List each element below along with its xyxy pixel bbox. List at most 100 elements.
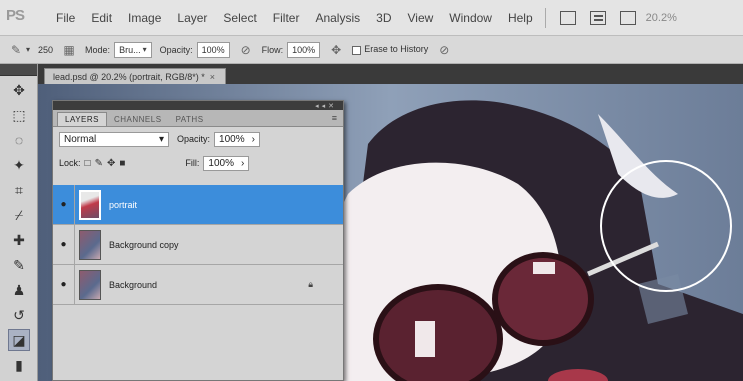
fill-field[interactable]: 100% ›	[203, 155, 250, 171]
fill-value: 100%	[208, 157, 234, 169]
opacity-label: Opacity:	[159, 44, 193, 55]
menu-image[interactable]: Image	[128, 11, 161, 25]
layer-name[interactable]: portrait	[109, 200, 343, 210]
brush-icon[interactable]: ✎	[8, 42, 24, 58]
launch-bridge-icon[interactable]	[559, 10, 576, 25]
healing-brush-icon[interactable]: ✚	[8, 229, 30, 251]
lasso-icon[interactable]: ◌	[8, 129, 30, 151]
close-icon[interactable]: ✕	[328, 102, 337, 110]
eyedropper-icon[interactable]: ⌿	[8, 204, 30, 226]
lock-position-icon[interactable]: ✥	[107, 158, 115, 169]
menu-help[interactable]: Help	[508, 11, 533, 25]
fill-label: Fill:	[185, 158, 200, 168]
pressure-opacity-icon[interactable]: ⊘	[238, 42, 254, 58]
photoshop-window: PS File Edit Image Layer Select Filter A…	[0, 0, 743, 381]
layer-row-background[interactable]: ● Background 🔒︎	[53, 264, 343, 305]
menu-file[interactable]: File	[56, 11, 75, 25]
menu-filter[interactable]: Filter	[273, 11, 300, 25]
document-tab[interactable]: lead.psd @ 20.2% (portrait, RGB/8*) * ×	[44, 68, 226, 84]
crop-icon[interactable]: ⌗	[8, 179, 30, 201]
erase-history-toggle[interactable]: Erase to History	[352, 44, 429, 55]
menu-bar: PS File Edit Image Layer Select Filter A…	[0, 0, 743, 36]
layer-thumbnail	[79, 189, 101, 220]
opacity-label: Opacity:	[177, 134, 211, 144]
menu-window[interactable]: Window	[449, 11, 492, 25]
eye-icon[interactable]: ●	[53, 264, 75, 305]
tools-panel: ✥ ⬚ ◌ ✦ ⌗ ⌿ ✚ ✎ ♟ ↺ ◪ ▮	[0, 64, 38, 381]
eye-icon[interactable]: ●	[53, 224, 75, 265]
lens-reflection-right	[533, 262, 555, 274]
mode-label: Mode:	[85, 44, 111, 55]
pressure-size-icon[interactable]: ⊘	[436, 42, 452, 58]
collapse-icon[interactable]: ◂◂	[315, 102, 328, 110]
erase-history-checkbox[interactable]	[352, 45, 362, 55]
lock-paint-icon[interactable]: ✎	[95, 158, 103, 169]
brush-tool-icon[interactable]: ✎	[8, 254, 30, 276]
panel-titlebar[interactable]: ◂◂ ✕	[53, 101, 343, 110]
move-icon[interactable]: ✥	[8, 79, 30, 101]
eye-icon[interactable]: ●	[53, 184, 75, 225]
menu-divider	[544, 7, 546, 28]
app-logo: PS	[6, 6, 25, 24]
menu-edit[interactable]: Edit	[91, 11, 112, 25]
panel-menu-icon[interactable]: ≡	[332, 113, 337, 123]
left-lens	[373, 284, 503, 381]
mini-bridge-icon[interactable]	[589, 10, 606, 25]
menu-select[interactable]: Select	[223, 11, 256, 25]
lock-label: Lock:	[59, 158, 81, 168]
flow-label: Flow:	[261, 44, 284, 55]
view-extras-icon[interactable]	[619, 10, 636, 25]
erase-history-label: Erase to History	[364, 44, 429, 55]
chevron-right-icon: ›	[251, 133, 256, 145]
menu-3d[interactable]: 3D	[376, 11, 391, 25]
chevron-down-icon: ▾	[142, 45, 147, 54]
opacity-field[interactable]: 100%	[196, 41, 230, 58]
lock-all-icon[interactable]: ■	[119, 158, 125, 169]
tools-header[interactable]	[0, 64, 37, 76]
blend-mode-value: Normal	[64, 133, 97, 145]
layer-thumbnail	[79, 229, 101, 260]
chevron-down-icon[interactable]: ▾	[26, 45, 30, 54]
menu-analysis[interactable]: Analysis	[315, 11, 360, 25]
magic-wand-icon[interactable]: ✦	[8, 154, 30, 176]
layer-name[interactable]: Background copy	[109, 240, 343, 250]
close-icon[interactable]: ×	[210, 72, 215, 82]
brush-cursor-circle	[600, 160, 732, 292]
layers-list: ● portrait ● Background copy ● Backgroun…	[53, 184, 343, 305]
history-brush-icon[interactable]: ↺	[8, 304, 30, 326]
tab-paths[interactable]: PATHS	[169, 112, 211, 126]
lock-icon: 🔒︎	[308, 279, 313, 289]
layer-opacity-value: 100%	[219, 133, 245, 145]
layer-opacity-field[interactable]: 100% ›	[214, 131, 261, 147]
panel-tabs: LAYERS CHANNELS PATHS ≡	[53, 110, 343, 127]
gradient-icon[interactable]: ▮	[8, 354, 30, 376]
lock-transparent-icon[interactable]: □	[85, 158, 91, 169]
chevron-down-icon: ▾	[158, 133, 164, 145]
lens-reflection	[415, 321, 435, 357]
zoom-level[interactable]: 20.2%	[646, 12, 677, 24]
airbrush-icon[interactable]: ✥	[328, 42, 344, 58]
options-bar: ✎ ▾ 250 ▦ Mode: Bru... ▾ Opacity: 100% ⊘ …	[0, 36, 743, 64]
document-title: lead.psd @ 20.2% (portrait, RGB/8*) *	[53, 71, 205, 82]
layer-row-background-copy[interactable]: ● Background copy	[53, 224, 343, 265]
layers-panel: ◂◂ ✕ LAYERS CHANNELS PATHS ≡ Normal ▾ Opac…	[52, 100, 344, 381]
blend-row: Normal ▾ Opacity: 100% ›	[53, 127, 343, 151]
chevron-right-icon: ›	[241, 157, 245, 169]
brush-panel-icon[interactable]: ▦	[61, 42, 77, 58]
mode-value: Bru...	[119, 44, 141, 55]
menu-layer[interactable]: Layer	[177, 11, 207, 25]
brush-size[interactable]: 250	[38, 45, 53, 55]
marquee-icon[interactable]: ⬚	[8, 104, 30, 126]
flow-field[interactable]: 100%	[287, 41, 321, 58]
layer-name[interactable]: Background	[109, 280, 308, 290]
layer-thumbnail	[79, 269, 101, 300]
tab-channels[interactable]: CHANNELS	[107, 112, 169, 126]
clone-stamp-icon[interactable]: ♟	[8, 279, 30, 301]
menu-view[interactable]: View	[407, 11, 433, 25]
lock-row: Lock: □ ✎ ✥ ■ Fill: 100% ›	[53, 151, 343, 175]
mode-select[interactable]: Bru... ▾	[114, 41, 152, 58]
tab-layers[interactable]: LAYERS	[57, 112, 107, 126]
eraser-icon[interactable]: ◪	[8, 329, 30, 351]
layer-row-portrait[interactable]: ● portrait	[53, 184, 343, 225]
blend-mode-select[interactable]: Normal ▾	[59, 131, 169, 147]
